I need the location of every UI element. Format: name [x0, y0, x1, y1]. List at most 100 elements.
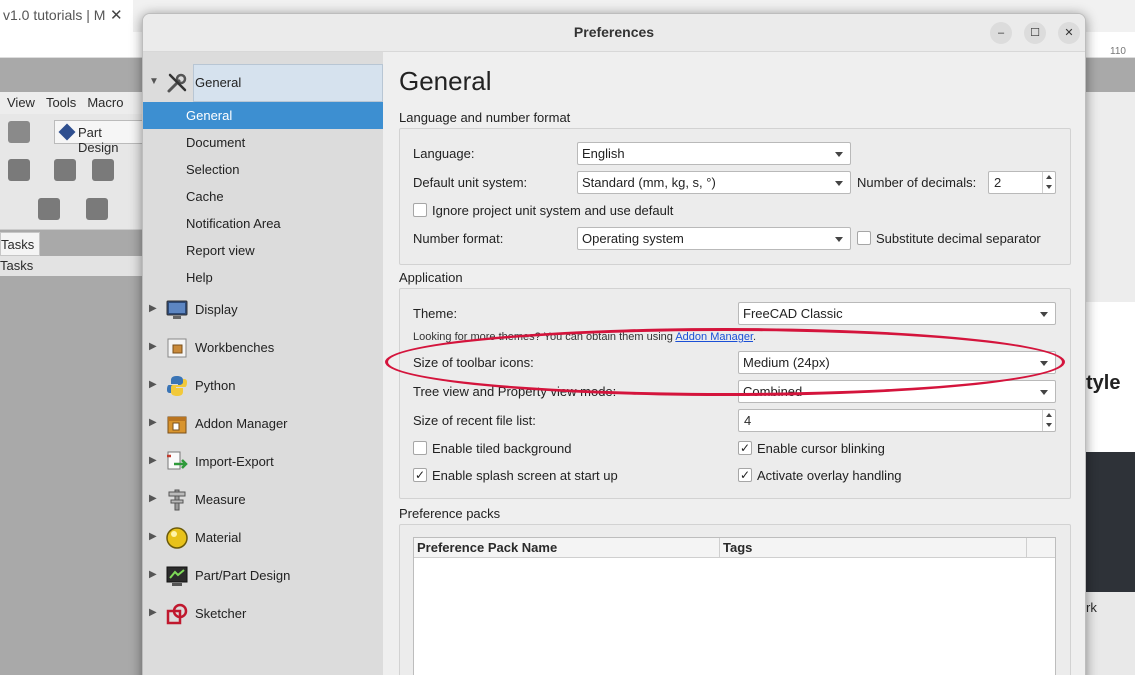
unit-system-label: Default unit system: — [413, 175, 528, 190]
theme-label: Theme: — [413, 306, 458, 321]
splash-screen-checkbox[interactable]: ✓ — [413, 468, 427, 482]
toolbar-icon-size-combo[interactable]: Medium (24px) — [738, 351, 1056, 374]
overlay-handling-checkbox[interactable]: ✓ — [738, 468, 752, 482]
minimize-button[interactable]: – — [990, 22, 1012, 44]
substitute-separator-checkbox[interactable] — [857, 231, 871, 245]
import-export-icon — [167, 451, 188, 470]
view-cube-icon[interactable] — [8, 159, 30, 181]
preferences-page: General Language and number format Langu… — [383, 52, 1085, 675]
ignore-unit-checkbox[interactable] — [413, 203, 427, 217]
collapsed-arrow-icon[interactable]: ▶ — [149, 531, 157, 542]
tab-tasks[interactable]: Tasks — [0, 232, 40, 256]
column-header-tags[interactable]: Tags — [723, 540, 752, 555]
preference-packs-table[interactable]: Preference Pack Name Tags — [413, 537, 1056, 675]
chevron-down-icon — [1040, 390, 1048, 395]
collapsed-arrow-icon[interactable]: ▶ — [149, 303, 157, 314]
workbench-selector-label: Part Design — [78, 125, 119, 155]
package-icon — [167, 338, 187, 358]
menu-view[interactable]: View — [7, 95, 35, 114]
chevron-down-icon — [835, 181, 843, 186]
chevron-down-icon — [835, 237, 843, 242]
python-icon — [167, 376, 187, 396]
recent-files-value: 4 — [744, 413, 752, 428]
language-combo[interactable]: English — [577, 142, 851, 165]
recent-files-spinbox[interactable]: 4 — [738, 409, 1056, 432]
addon-manager-link[interactable]: Addon Manager — [675, 331, 753, 343]
sketcher-icon — [166, 603, 188, 625]
collapsed-arrow-icon[interactable]: ▶ — [149, 417, 157, 428]
number-format-combo[interactable]: Operating system — [577, 227, 851, 250]
column-header-name[interactable]: Preference Pack Name — [417, 540, 557, 555]
sidebar-item-measure[interactable]: ▶ Measure — [143, 481, 383, 519]
collapsed-arrow-icon[interactable]: ▶ — [149, 569, 157, 580]
ignore-unit-label: Ignore project unit system and use defau… — [432, 203, 674, 218]
workbench-selector[interactable]: Part Design — [54, 120, 144, 155]
menu-tools[interactable]: Tools — [46, 95, 76, 114]
collapsed-arrow-icon[interactable]: ▶ — [149, 607, 157, 618]
part-design-icon — [166, 566, 188, 586]
refresh-icon[interactable] — [38, 198, 60, 220]
expand-arrow-icon[interactable]: ▼ — [149, 76, 159, 87]
dialog-titlebar[interactable]: Preferences – ☐ ✕ — [143, 14, 1085, 52]
column-divider[interactable] — [719, 538, 720, 557]
collapsed-arrow-icon[interactable]: ▶ — [149, 341, 157, 352]
sidebar-subitem-general[interactable]: General — [143, 102, 383, 129]
sidebar-item-material[interactable]: ▶ Material — [143, 519, 383, 557]
themes-hint: Looking for more themes? You can obtain … — [413, 331, 756, 343]
sidebar-item-display[interactable]: ▶ Display — [143, 291, 383, 329]
sidebar-item-label: Python — [195, 378, 236, 393]
save-icon[interactable] — [8, 121, 30, 143]
unit-system-combo[interactable]: Standard (mm, kg, s, °) — [577, 171, 851, 194]
unit-system-value: Standard (mm, kg, s, °) — [582, 175, 716, 190]
right-toolbar-area — [1086, 92, 1135, 302]
sidebar-item-general[interactable]: ▼ General — [143, 64, 383, 102]
tab-close-icon[interactable]: ✕ — [110, 6, 123, 24]
tree-mode-value: Combined — [743, 384, 803, 399]
sidebar-item-python[interactable]: ▶ Python — [143, 367, 383, 405]
language-value: English — [582, 146, 625, 161]
tree-mode-combo[interactable]: Combined — [738, 380, 1056, 403]
sidebar-subitem-document[interactable]: Document — [143, 129, 383, 156]
chevron-down-icon — [1040, 312, 1048, 317]
page-title: General — [399, 66, 492, 96]
sidebar-subitem-cache[interactable]: Cache — [143, 183, 383, 210]
maximize-button[interactable]: ☐ — [1024, 22, 1046, 44]
sidebar-item-workbenches[interactable]: ▶ Workbenches — [143, 329, 383, 367]
tree-mode-label: Tree view and Property view mode: — [413, 384, 617, 399]
draw-style-icon[interactable] — [92, 159, 114, 181]
number-format-value: Operating system — [582, 231, 684, 246]
language-label: Language: — [413, 146, 475, 161]
sidebar-item-label: General — [195, 75, 242, 90]
sidebar-item-import-export[interactable]: ▶ Import-Export — [143, 443, 383, 481]
cursor-blinking-checkbox[interactable]: ✓ — [738, 441, 752, 455]
sidebar-item-part-design[interactable]: ▶ Part/Part Design — [143, 557, 383, 595]
whats-this-icon[interactable] — [86, 198, 108, 220]
close-button[interactable]: ✕ — [1058, 22, 1080, 44]
sidebar-subitem-help[interactable]: Help — [143, 264, 383, 291]
spin-arrows-icon[interactable] — [1042, 410, 1055, 431]
sidebar-item-label: Workbenches — [195, 340, 275, 355]
sidebar-item-addon-manager[interactable]: ▶ Addon Manager — [143, 405, 383, 443]
column-divider[interactable] — [1026, 538, 1027, 557]
tiled-background-checkbox[interactable] — [413, 441, 427, 455]
browser-tab[interactable]: v1.0 tutorials | M ✕ — [0, 0, 133, 32]
wrench-screwdriver-icon — [167, 73, 187, 93]
collapsed-arrow-icon[interactable]: ▶ — [149, 455, 157, 466]
recent-files-label: Size of recent file list: — [413, 413, 536, 428]
theme-combo[interactable]: FreeCAD Classic — [738, 302, 1056, 325]
spin-arrows-icon[interactable] — [1042, 172, 1055, 193]
address-bar-right-text: 110 — [1110, 46, 1126, 57]
monitor-icon — [166, 300, 188, 319]
sidebar-item-sketcher[interactable]: ▶ Sketcher — [143, 595, 383, 633]
collapsed-arrow-icon[interactable]: ▶ — [149, 379, 157, 390]
decimals-spinbox[interactable]: 2 — [988, 171, 1056, 194]
sidebar-subitem-selection[interactable]: Selection — [143, 156, 383, 183]
collapsed-arrow-icon[interactable]: ▶ — [149, 493, 157, 504]
sidebar-subitem-report-view[interactable]: Report view — [143, 237, 383, 264]
measure-icon[interactable] — [54, 159, 76, 181]
menu-macro[interactable]: Macro — [87, 95, 123, 114]
decimals-label: Number of decimals: — [857, 175, 977, 190]
caliper-icon — [168, 489, 186, 511]
language-group: Language: English Default unit system: S… — [399, 128, 1071, 265]
sidebar-subitem-notification-area[interactable]: Notification Area — [143, 210, 383, 237]
